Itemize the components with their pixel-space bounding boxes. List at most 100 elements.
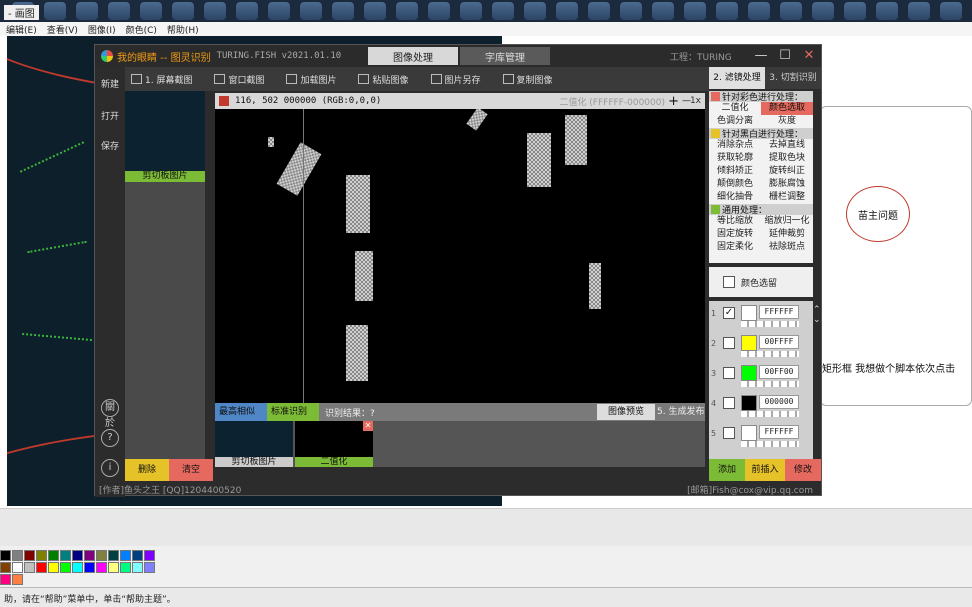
palette-swatch[interactable] xyxy=(12,562,23,573)
save-button[interactable]: 保存 xyxy=(95,139,125,152)
palette-swatch[interactable] xyxy=(108,562,119,573)
color-row-range[interactable] xyxy=(741,441,799,447)
window-titlebar[interactable]: 我的眼睛 -- 图灵识别 TURING.FISH v2021.01.10 图像处… xyxy=(95,45,821,67)
menu-edit[interactable]: 编辑(E) xyxy=(6,23,37,36)
palette-swatch[interactable] xyxy=(36,550,47,561)
palette-swatch[interactable] xyxy=(60,550,71,561)
filter-extract-blocks[interactable]: 提取色块 xyxy=(761,152,813,165)
tab-cut-recognize[interactable]: 3. 切割识别 xyxy=(765,67,821,89)
taskbar-app-icon[interactable] xyxy=(620,2,642,20)
window-capture-button[interactable]: 窗口截图 xyxy=(214,73,264,86)
tab-filter-processing[interactable]: 2. 滤镜处理 xyxy=(709,67,765,89)
color-row[interactable]: 1 ✓ FFFFFF xyxy=(709,301,813,329)
palette-swatch[interactable] xyxy=(60,562,71,573)
palette-swatch[interactable] xyxy=(0,574,11,585)
taskbar-app-icon[interactable] xyxy=(492,2,514,20)
standard-recognition-button[interactable]: 标准识别 xyxy=(267,403,319,421)
palette-swatch[interactable] xyxy=(120,550,131,561)
color-row[interactable]: 3 00FF00 xyxy=(709,361,813,389)
palette-swatch[interactable] xyxy=(144,550,155,561)
palette-swatch[interactable] xyxy=(72,550,83,561)
zoom-in-icon[interactable]: + xyxy=(668,94,679,109)
menu-view[interactable]: 查看(V) xyxy=(47,23,78,36)
taskbar-app-icon[interactable] xyxy=(556,2,578,20)
taskbar-app-icon[interactable] xyxy=(108,2,130,20)
color-row-checkbox[interactable] xyxy=(723,427,735,439)
close-icon[interactable]: ✕ xyxy=(801,48,817,64)
palette-swatch[interactable] xyxy=(96,550,107,561)
filter-invert[interactable]: 颠倒颜色 xyxy=(709,178,761,191)
taskbar-app-icon[interactable] xyxy=(844,2,866,20)
clipboard-step-thumbnail[interactable] xyxy=(215,421,293,457)
color-keep-checkbox[interactable] xyxy=(723,276,735,288)
palette-swatch[interactable] xyxy=(108,550,119,561)
taskbar-app-icon[interactable] xyxy=(652,2,674,20)
menu-colors[interactable]: 颜色(C) xyxy=(126,23,157,36)
color-row-hex[interactable]: 00FFFF xyxy=(759,335,799,349)
palette-swatch[interactable] xyxy=(96,562,107,573)
taskbar-app-icon[interactable] xyxy=(140,2,162,20)
color-row-range[interactable] xyxy=(741,381,799,387)
palette-swatch[interactable] xyxy=(12,574,23,585)
filter-dilate-erode[interactable]: 膨胀腐蚀 xyxy=(761,178,813,191)
new-button[interactable]: 新建 xyxy=(95,77,125,90)
color-row[interactable]: 4 000000 xyxy=(709,391,813,419)
open-button[interactable]: 打开 xyxy=(95,109,125,122)
color-row-hex[interactable]: 000000 xyxy=(759,395,799,409)
taskbar-app-icon[interactable] xyxy=(780,2,802,20)
color-row[interactable]: 5 FFFFFF xyxy=(709,421,813,449)
taskbar-app-icon[interactable] xyxy=(460,2,482,20)
taskbar-app-icon[interactable] xyxy=(76,2,98,20)
color-row-range[interactable] xyxy=(741,321,799,327)
palette-swatch[interactable] xyxy=(48,550,59,561)
list-scroll-arrows-icon[interactable]: ⌃ ⌄ xyxy=(813,305,823,325)
paste-image-button[interactable]: 粘贴图像 xyxy=(358,73,409,86)
taskbar-app-icon[interactable] xyxy=(268,2,290,20)
filter-fixed-rotate[interactable]: 固定旋转 xyxy=(709,228,761,241)
color-row-hex[interactable]: FFFFFF xyxy=(759,305,799,319)
binarize-step-thumbnail[interactable] xyxy=(295,421,373,457)
palette-swatch[interactable] xyxy=(48,562,59,573)
color-row-range[interactable] xyxy=(741,351,799,357)
maximize-icon[interactable]: ☐ xyxy=(777,48,793,64)
palette-swatch[interactable] xyxy=(24,562,35,573)
taskbar-app-icon[interactable] xyxy=(812,2,834,20)
taskbar-app-icon[interactable] xyxy=(940,2,962,20)
taskbar-app-icon[interactable] xyxy=(716,2,738,20)
taskbar-app-icon[interactable] xyxy=(44,2,66,20)
color-row-swatch[interactable] xyxy=(741,305,757,321)
palette-swatch[interactable] xyxy=(84,562,95,573)
modify-button[interactable]: 修改 xyxy=(785,459,821,481)
taskbar-app-icon[interactable] xyxy=(684,2,706,20)
palette-swatch[interactable] xyxy=(120,562,131,573)
filter-denoise[interactable]: 消除杂点 xyxy=(709,139,761,152)
palette-swatch[interactable] xyxy=(132,550,143,561)
load-image-button[interactable]: 加载图片 xyxy=(286,73,336,86)
tab-image-processing[interactable]: 图像处理 xyxy=(368,47,458,65)
color-row-checkbox[interactable]: ✓ xyxy=(723,307,735,319)
about-icon[interactable]: 關於 xyxy=(101,399,119,429)
palette-swatch[interactable] xyxy=(132,562,143,573)
palette-swatch[interactable] xyxy=(144,562,155,573)
taskbar-app-icon[interactable] xyxy=(204,2,226,20)
color-row-hex[interactable]: FFFFFF xyxy=(759,425,799,439)
filter-normalize[interactable]: 缩放归一化 xyxy=(761,215,813,228)
filter-fence[interactable]: 栅栏调整 xyxy=(761,191,813,204)
color-row-range[interactable] xyxy=(741,411,799,417)
taskbar-app-icon[interactable] xyxy=(908,2,930,20)
image-preview-button[interactable]: 图像预览 xyxy=(597,404,655,420)
info-icon[interactable]: i xyxy=(101,459,119,477)
color-keep-option[interactable]: 颜色选留 xyxy=(709,267,813,297)
remove-step-icon[interactable]: ✕ xyxy=(363,421,373,431)
binarized-image-view[interactable] xyxy=(215,109,705,403)
taskbar-app-icon[interactable] xyxy=(588,2,610,20)
taskbar-app-icon[interactable] xyxy=(236,2,258,20)
copy-image-button[interactable]: 复制图像 xyxy=(502,73,553,86)
taskbar-app-icon[interactable] xyxy=(396,2,418,20)
save-image-as-button[interactable]: 图片另存 xyxy=(430,73,481,86)
color-row-swatch[interactable] xyxy=(741,335,757,351)
filter-deskew[interactable]: 倾斜矫正 xyxy=(709,165,761,178)
color-row-checkbox[interactable] xyxy=(723,367,735,379)
color-row-swatch[interactable] xyxy=(741,395,757,411)
palette-swatch[interactable] xyxy=(36,562,47,573)
